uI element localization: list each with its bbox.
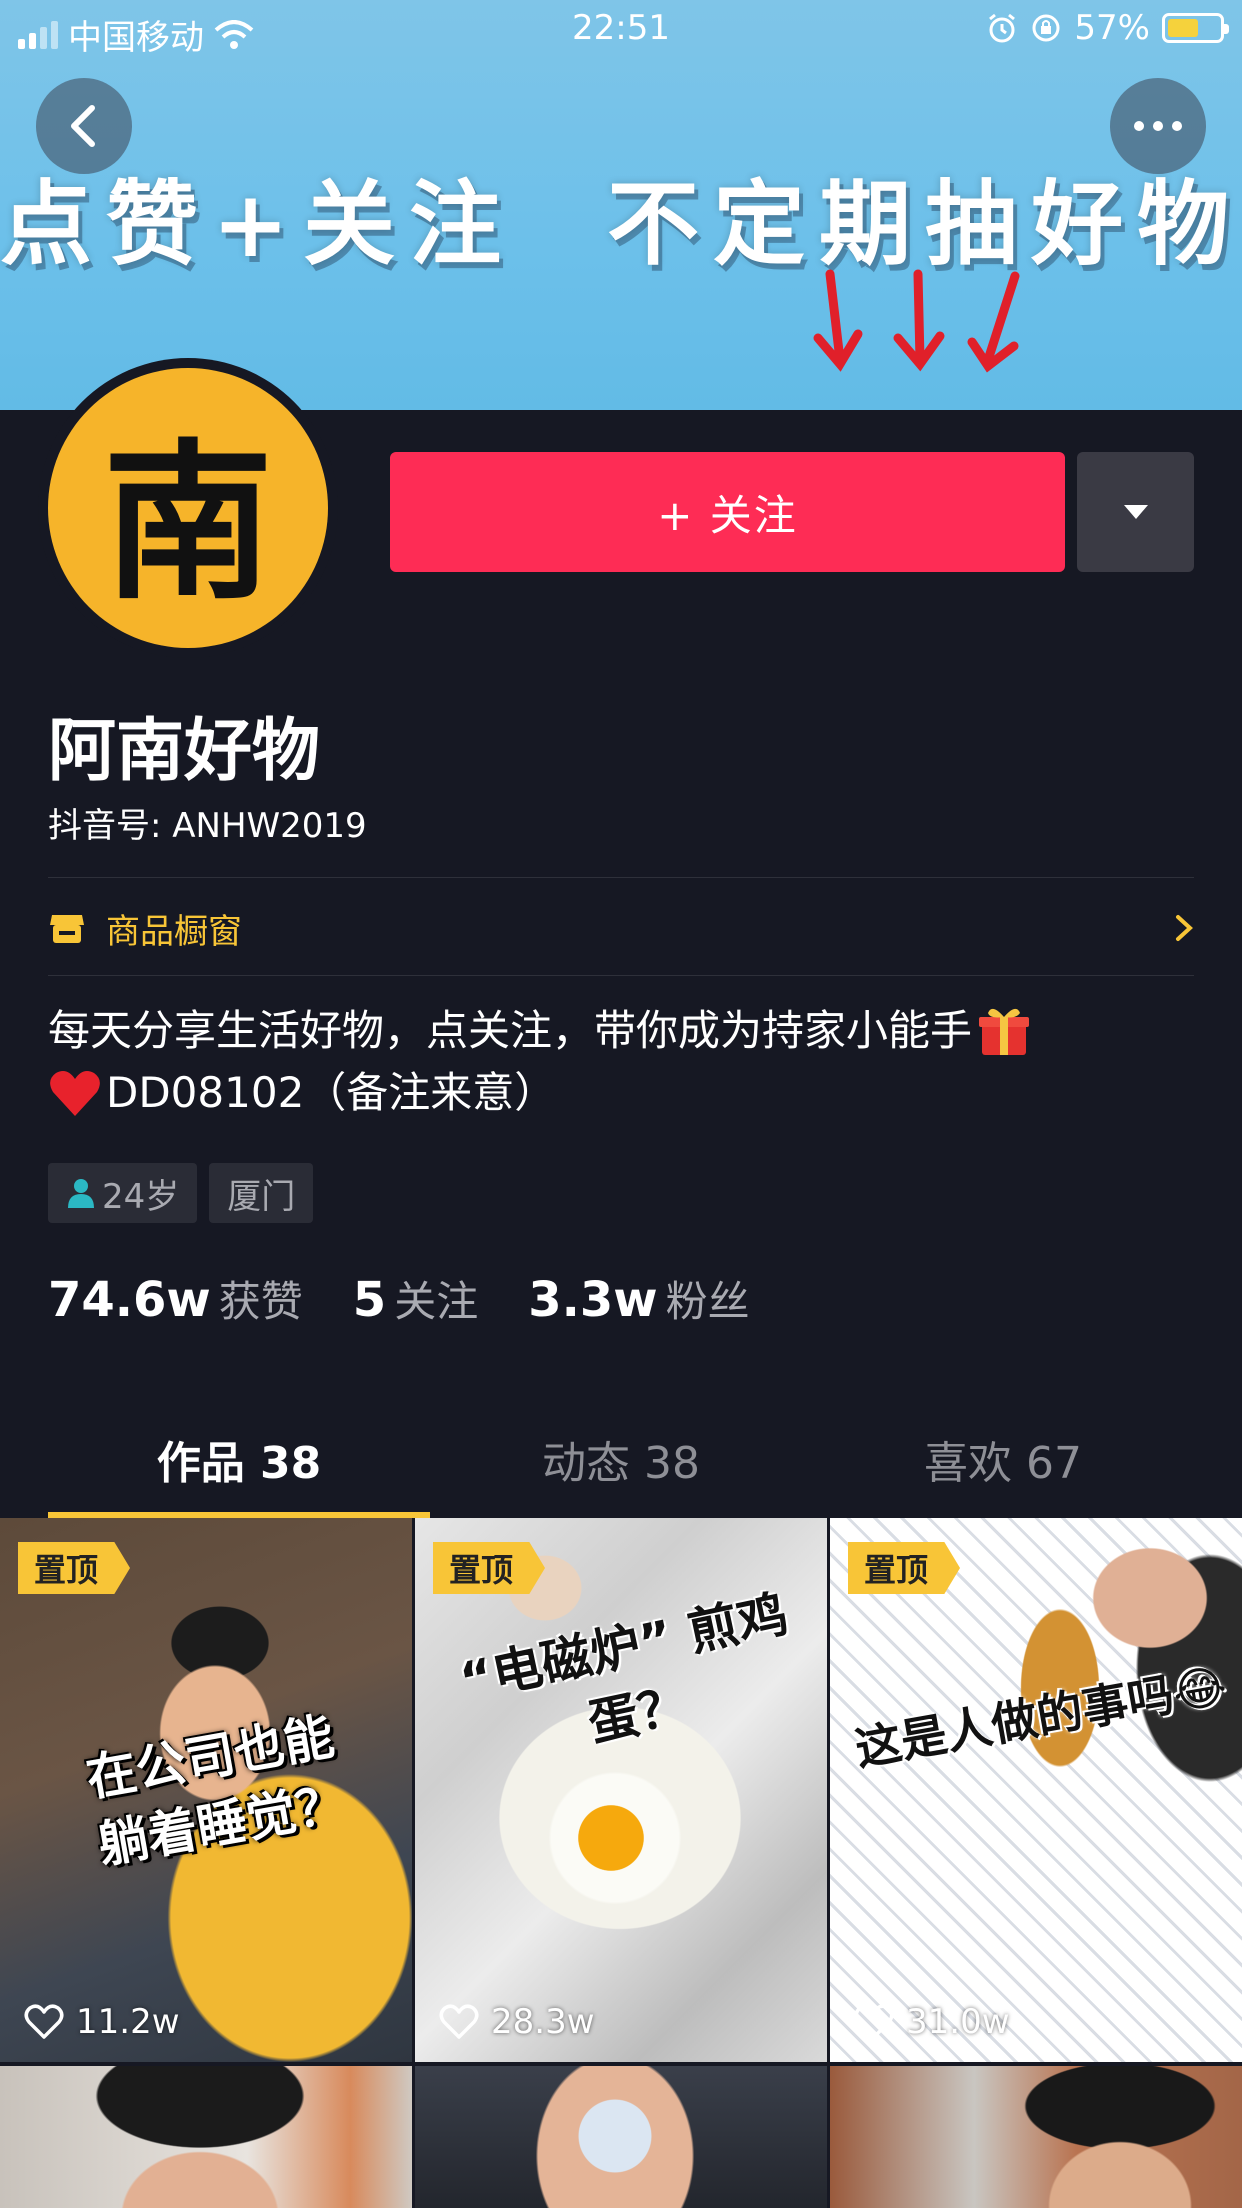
- profile-stats: 74.6w 获赞 5 关注 3.3w 粉丝: [48, 1268, 800, 1329]
- more-options-button[interactable]: [1110, 78, 1206, 174]
- heart-outline-icon: [439, 2004, 479, 2039]
- bio-line-1: 每天分享生活好物，点关注，带你成为持家小能手: [48, 1006, 973, 1055]
- rotation-lock-icon: [1032, 14, 1060, 42]
- chevron-left-icon: [71, 105, 95, 147]
- bio-line-2: DD08102（备注来意）: [106, 1068, 557, 1117]
- thumbnail-image: [830, 1518, 1242, 2062]
- profile-bio: 每天分享生活好物，点关注，带你成为持家小能手 DD08102（备注来意）: [48, 1000, 1208, 1124]
- likes-label: 获赞: [218, 1277, 303, 1326]
- status-bar: 中国移动 22:51 57%: [0, 0, 1242, 60]
- gift-icon: [979, 1008, 1030, 1055]
- profile-tags: 24岁 厦门: [48, 1163, 314, 1223]
- video-thumbnail[interactable]: 置顶 这是人做的事吗😂 31.0w: [830, 1518, 1242, 2062]
- red-heart-icon: [50, 1071, 100, 1116]
- alarm-icon: [989, 13, 1016, 43]
- battery-percent: 57%: [1074, 8, 1150, 48]
- age-tag: 24岁: [48, 1163, 198, 1223]
- video-thumbnail[interactable]: [415, 2066, 827, 2208]
- battery-icon: [1162, 13, 1229, 43]
- city-tag: 厦门: [209, 1163, 314, 1223]
- thumbnail-image: [415, 2066, 827, 2208]
- recommend-dropdown-button[interactable]: [1077, 452, 1194, 572]
- pinned-badge: 置顶: [433, 1542, 546, 1594]
- more-dots-icon: [1134, 121, 1182, 131]
- heart-outline-icon: [24, 2004, 64, 2039]
- person-icon: [68, 1179, 94, 1208]
- heart-outline-icon: [854, 2004, 894, 2039]
- shop-window-label: 商品橱窗: [106, 911, 242, 952]
- divider: [48, 975, 1194, 976]
- following-count[interactable]: 5: [353, 1272, 386, 1328]
- video-thumbnail[interactable]: [0, 2066, 412, 2208]
- banner-text: 点赞+关注 不定期抽好物: [0, 170, 1242, 278]
- video-likes: 28.3w: [439, 2002, 595, 2042]
- video-likes: 11.2w: [24, 2002, 180, 2042]
- video-thumbnail[interactable]: 置顶 “电磁炉” 煎鸡蛋？ 28.3w: [415, 1518, 827, 2062]
- thumbnail-image: [830, 2066, 1242, 2208]
- back-button[interactable]: [36, 78, 132, 174]
- follow-button[interactable]: + 关注: [390, 452, 1065, 572]
- tab-liked[interactable]: 喜欢 67: [812, 1400, 1194, 1518]
- chevron-right-icon: [1176, 915, 1193, 941]
- fans-count[interactable]: 3.3w: [528, 1272, 657, 1328]
- video-thumbnail[interactable]: 置顶 在公司也能 躺着睡觉？ 11.2w: [0, 1518, 412, 2062]
- caret-down-icon: [1123, 505, 1148, 519]
- profile-tabs: 作品 38 动态 38 喜欢 67: [48, 1400, 1194, 1518]
- following-label[interactable]: 关注: [394, 1268, 478, 1329]
- divider: [48, 877, 1194, 878]
- likes-count: 74.6w: [48, 1272, 211, 1328]
- douyin-id: 抖音号: ANHW2019: [48, 806, 367, 846]
- thumbnail-image: [0, 2066, 412, 2208]
- avatar-logo: 南: [48, 368, 328, 648]
- fans-label[interactable]: 粉丝: [666, 1268, 750, 1329]
- video-thumbnail[interactable]: [830, 2066, 1242, 2208]
- shop-window-entry[interactable]: 商品橱窗: [48, 888, 1194, 968]
- tab-works[interactable]: 作品 38: [48, 1400, 430, 1518]
- video-likes: 31.0w: [854, 2002, 1010, 2042]
- pinned-badge: 置顶: [848, 1542, 961, 1594]
- profile-banner: 点赞+关注 不定期抽好物: [0, 0, 1242, 410]
- shop-icon: [50, 915, 84, 943]
- pinned-badge: 置顶: [18, 1542, 131, 1594]
- red-arrows-decoration: [813, 269, 1020, 373]
- avatar[interactable]: 南: [38, 358, 338, 658]
- tab-updates[interactable]: 动态 38: [430, 1400, 812, 1518]
- profile-name: 阿南好物: [48, 712, 321, 791]
